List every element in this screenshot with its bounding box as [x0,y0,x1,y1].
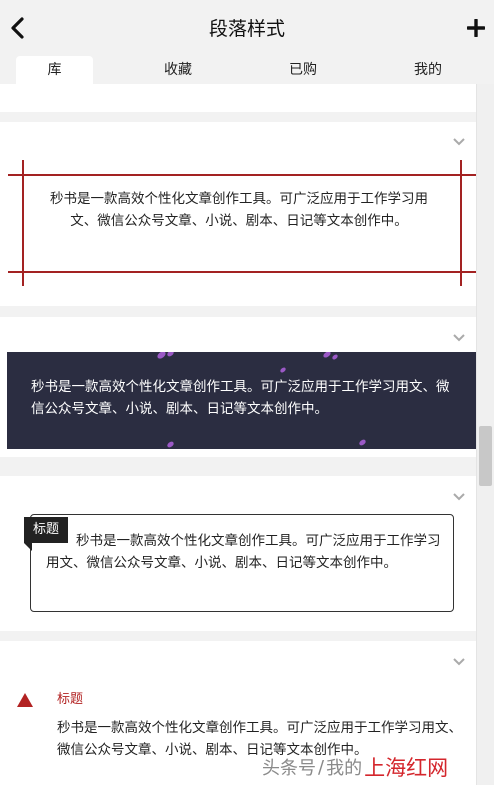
plus-icon[interactable] [464,14,488,42]
tab-mine[interactable]: 我的 [373,56,483,84]
tab-purchased[interactable]: 已购 [233,56,373,84]
frame-line-right [460,160,462,286]
watermark-brand: 上海红网 [364,756,449,780]
page-title: 段落样式 [208,18,285,40]
watermark-separator: / [318,756,325,778]
frame-line-bottom [8,271,476,273]
tab-library[interactable]: 库 [16,56,93,84]
frame-line-top [8,174,476,176]
chevron-down-icon[interactable] [452,657,466,667]
chevron-down-icon[interactable] [452,333,466,343]
watermark: 头条号 / 我的 上海红网 [262,752,448,782]
petal-decoration [166,440,175,449]
scrollbar[interactable] [476,84,494,785]
style-list: 秒书是一款高效个性化文章创作工具。可广泛应用于工作学习用文、微信公众号文章、小说… [0,84,476,785]
frame-line-left [22,160,24,286]
triangle-icon [17,693,33,707]
chevron-down-icon[interactable] [452,137,466,147]
watermark-prefix: 头条号 [262,758,316,779]
petal-decoration [166,352,175,358]
tab-bar: 库 收藏 已购 我的 [0,56,494,84]
dark-panel: 秒书是一款高效个性化文章创作工具。可广泛应用于工作学习用文、微信公众号文章、小说… [7,352,476,449]
petal-decoration [331,353,339,361]
style2-text: 秒书是一款高效个性化文章创作工具。可广泛应用于工作学习用文、微信公众号文章、小说… [31,379,450,417]
style3-text-body: 秒书是一款高效个性化文章创作工具。可广泛应用于工作学习用文、微信公众号文章、小说… [46,533,441,571]
watermark-author: 我的 [326,758,363,779]
style4-title: 标题 [57,692,84,707]
tab-favorites[interactable]: 收藏 [123,56,233,84]
style3-text: 秒书是一款高效个性化文章创作工具。可广泛应用于工作学习用文、微信公众号文章、小说… [46,530,442,574]
scroll-thumb[interactable] [479,426,492,486]
style1-text: 秒书是一款高效个性化文章创作工具。可广泛应用于工作学习用文、微信公众号文章、小说… [50,191,428,229]
petal-decoration [279,366,287,374]
petal-decoration [322,352,332,359]
app-header: 段落样式 [0,0,494,56]
style-card-top[interactable] [0,84,476,112]
chevron-down-icon[interactable] [452,492,466,502]
petal-decoration [358,438,367,447]
tag-tail [24,543,32,551]
petal-decoration [156,352,167,360]
